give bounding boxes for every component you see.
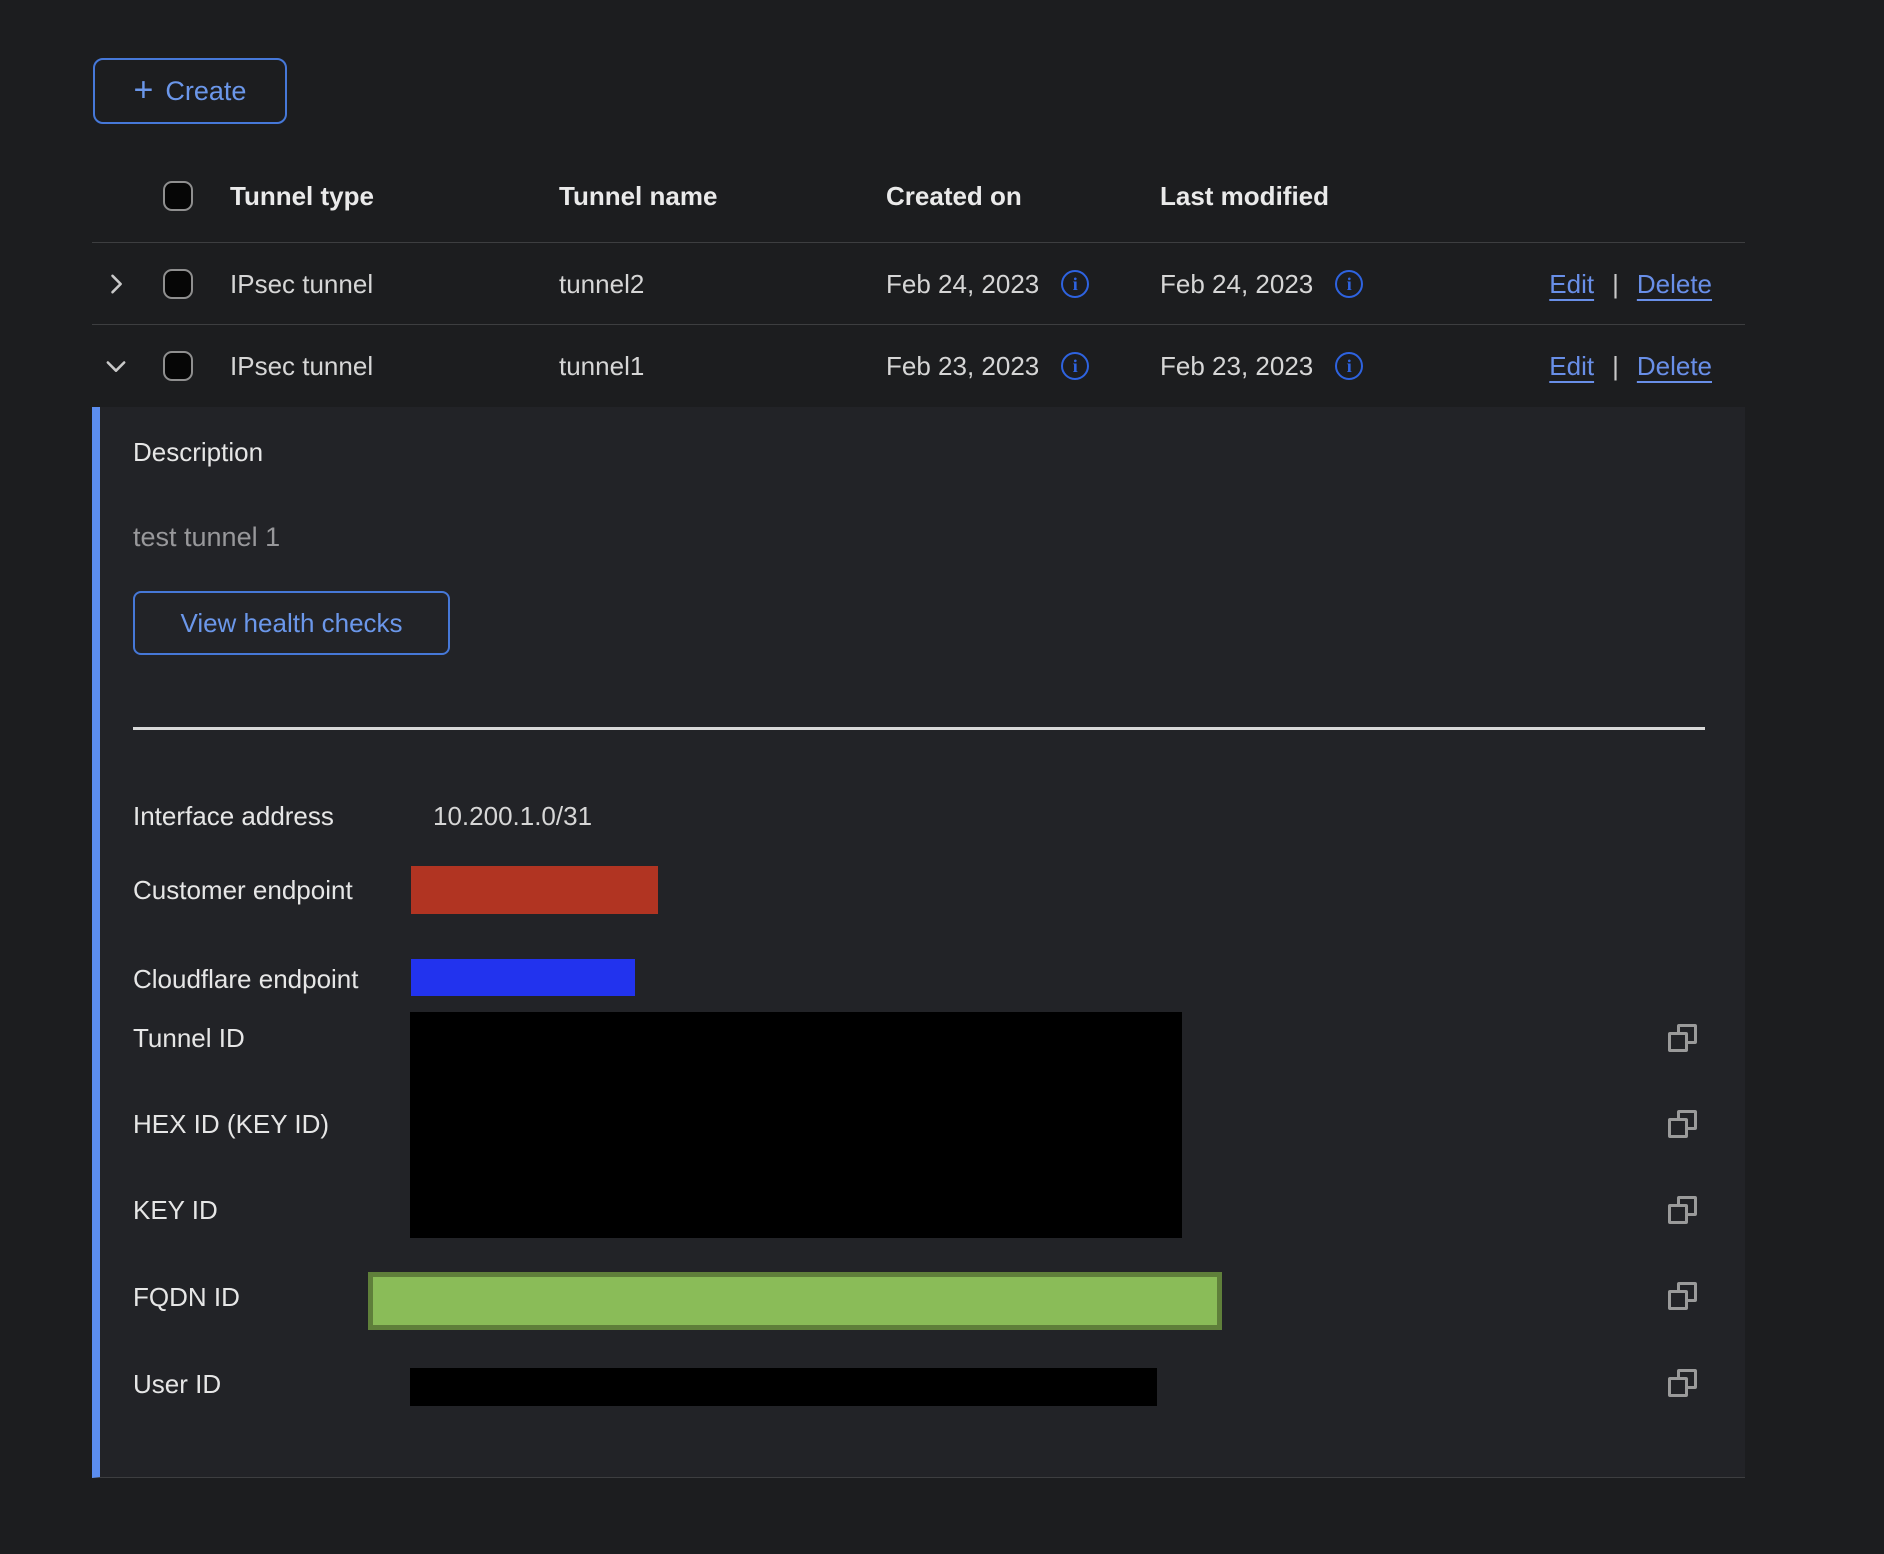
description-label: Description (133, 437, 263, 467)
copy-fqdn-id-button[interactable] (1668, 1282, 1700, 1314)
copy-key-id-button[interactable] (1668, 1196, 1700, 1228)
tunnel-id-label: Tunnel ID (133, 1023, 245, 1053)
edit-link[interactable]: Edit (1549, 269, 1594, 300)
edit-link[interactable]: Edit (1549, 351, 1594, 382)
delete-link[interactable]: Delete (1637, 351, 1712, 382)
customer-endpoint-label: Customer endpoint (133, 875, 353, 905)
cell-created-on: Feb 23, 2023 i (886, 325, 1089, 407)
chevron-down-icon (102, 352, 130, 383)
column-header-last-modified: Last modified (1160, 150, 1329, 243)
customer-endpoint-redacted-value (411, 866, 658, 914)
info-icon[interactable]: i (1335, 352, 1363, 380)
cell-tunnel-type: IPsec tunnel (230, 243, 373, 325)
action-separator: | (1612, 351, 1619, 382)
cell-tunnel-name: tunnel2 (559, 243, 644, 325)
copy-user-id-button[interactable] (1668, 1369, 1700, 1401)
cell-tunnel-name: tunnel1 (559, 325, 644, 407)
user-id-label: User ID (133, 1369, 221, 1399)
row-checkbox[interactable] (163, 269, 193, 299)
cell-tunnel-type: IPsec tunnel (230, 325, 373, 407)
table-header-row: Tunnel type Tunnel name Created on Last … (92, 150, 1745, 243)
ids-redacted-value (410, 1012, 1182, 1238)
create-button-label: Create (165, 76, 246, 107)
collapse-row-button[interactable] (98, 349, 134, 385)
info-icon[interactable]: i (1335, 270, 1363, 298)
row-actions: Edit | Delete (1549, 243, 1712, 325)
hex-id-label: HEX ID (KEY ID) (133, 1109, 329, 1139)
cell-last-modified: Feb 23, 2023 i (1160, 325, 1363, 407)
interface-address-value: 10.200.1.0/31 (433, 801, 592, 831)
column-header-created-on: Created on (886, 150, 1022, 243)
cloudflare-endpoint-redacted-value (411, 959, 635, 996)
chevron-right-icon (102, 270, 130, 301)
user-id-redacted-value (410, 1368, 1157, 1406)
cell-last-modified: Feb 24, 2023 i (1160, 243, 1363, 325)
info-icon[interactable]: i (1061, 270, 1089, 298)
interface-address-label: Interface address (133, 801, 334, 831)
create-button[interactable]: + Create (93, 58, 287, 124)
action-separator: | (1612, 269, 1619, 300)
column-header-tunnel-type: Tunnel type (230, 150, 374, 243)
select-all-checkbox[interactable] (163, 181, 193, 211)
description-value: test tunnel 1 (133, 522, 280, 553)
expand-row-button[interactable] (98, 267, 134, 303)
info-icon[interactable]: i (1061, 352, 1089, 380)
plus-icon: + (134, 73, 154, 107)
copy-tunnel-id-button[interactable] (1668, 1024, 1700, 1056)
row-checkbox[interactable] (163, 351, 193, 381)
fqdn-id-redacted-value (368, 1272, 1222, 1330)
view-health-checks-button[interactable]: View health checks (133, 591, 450, 655)
copy-hex-id-button[interactable] (1668, 1110, 1700, 1142)
table-row: IPsec tunnel tunnel2 Feb 24, 2023 i Feb … (92, 243, 1745, 325)
cell-created-on: Feb 24, 2023 i (886, 243, 1089, 325)
column-header-tunnel-name: Tunnel name (559, 150, 717, 243)
section-divider (133, 727, 1705, 730)
table-row: IPsec tunnel tunnel1 Feb 23, 2023 i Feb … (92, 325, 1745, 407)
row-actions: Edit | Delete (1549, 325, 1712, 407)
expanded-tunnel-panel: Description test tunnel 1 View health ch… (92, 407, 1745, 1478)
key-id-label: KEY ID (133, 1195, 218, 1225)
fqdn-id-label: FQDN ID (133, 1282, 240, 1312)
tunnels-table: Tunnel type Tunnel name Created on Last … (92, 150, 1745, 1478)
delete-link[interactable]: Delete (1637, 269, 1712, 300)
cloudflare-endpoint-label: Cloudflare endpoint (133, 964, 359, 994)
